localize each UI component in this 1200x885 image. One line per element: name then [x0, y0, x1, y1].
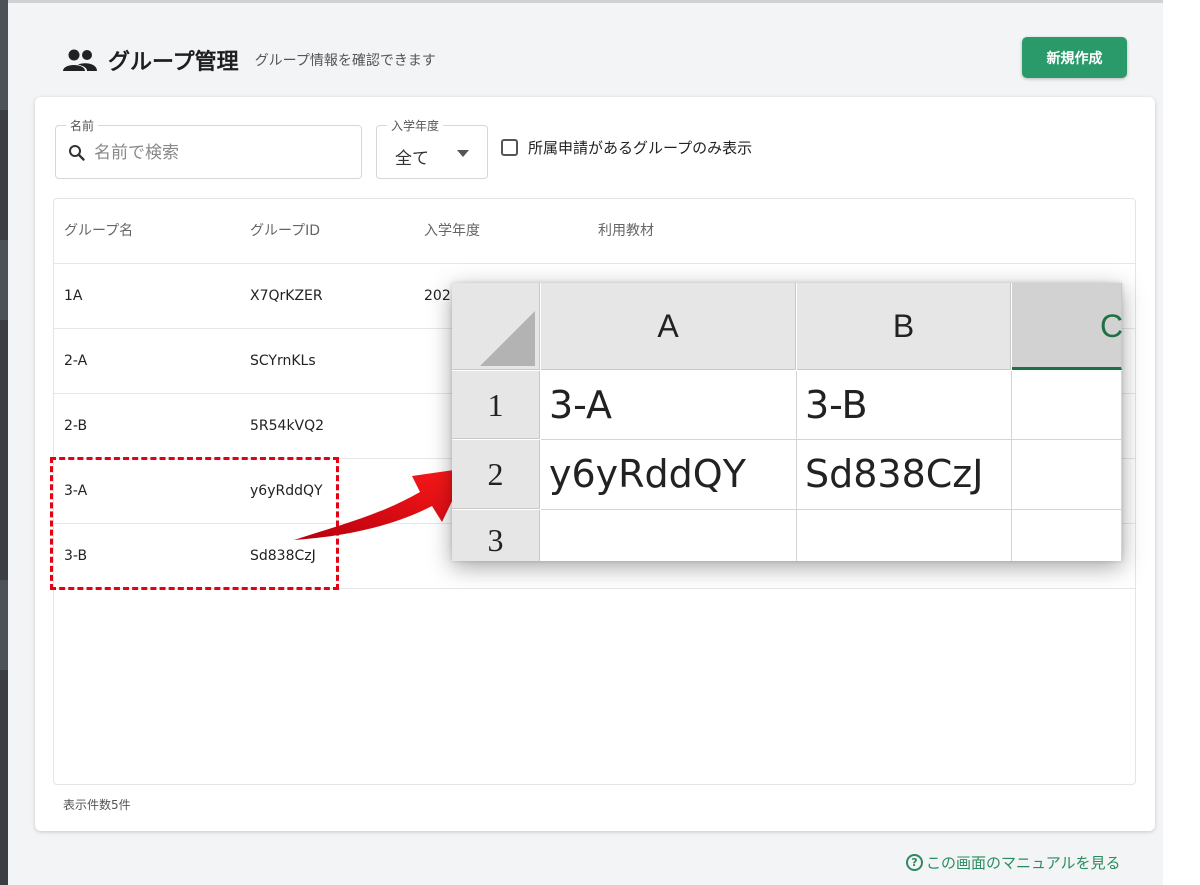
cell-c2[interactable]	[1012, 440, 1122, 510]
pending-requests-filter[interactable]: 所属申請があるグループのみ表示	[501, 137, 752, 158]
enrollment-year-cell: 202	[424, 288, 451, 304]
cell-a3[interactable]	[541, 510, 797, 561]
column-header-a[interactable]: A	[541, 283, 796, 370]
cell-c1[interactable]	[1012, 371, 1122, 440]
enrollment-year-label: 入学年度	[387, 117, 444, 134]
new-group-button[interactable]: 新規作成	[1022, 37, 1127, 78]
search-icon	[68, 144, 86, 162]
chevron-down-icon	[457, 150, 469, 157]
row-header-2[interactable]: 2	[452, 440, 540, 509]
row-header-1[interactable]: 1	[452, 371, 540, 439]
group-name-cell: 2-B	[64, 418, 88, 434]
group-icon	[62, 48, 98, 72]
help-icon: ?	[906, 854, 923, 871]
select-all-corner[interactable]	[452, 283, 540, 370]
column-header-b[interactable]: B	[797, 283, 1011, 370]
page-title: グループ管理	[108, 50, 239, 75]
cell-c3[interactable]	[1012, 510, 1122, 561]
column-header-materials[interactable]: 利用教材	[598, 199, 654, 264]
column-header-c[interactable]: C	[1012, 283, 1122, 370]
name-search-field[interactable]: 名前	[55, 117, 362, 179]
manual-link-label: この画面のマニュアルを見る	[926, 854, 1121, 872]
spreadsheet-snippet: A B C 1 2 3 3-A 3-B y6yRddQY Sd838CzJ	[452, 283, 1122, 561]
arrow-annotation	[294, 468, 468, 540]
column-header-enrollment-year[interactable]: 入学年度	[424, 199, 480, 264]
search-input[interactable]	[94, 138, 349, 168]
cell-b3[interactable]	[797, 510, 1012, 561]
table-header: グループ名 グループID 入学年度 利用教材	[54, 199, 1135, 264]
enrollment-year-select[interactable]: 入学年度 全て	[376, 117, 488, 179]
enrollment-year-value: 全て	[395, 149, 429, 169]
pending-requests-label: 所属申請があるグループのみ表示	[528, 139, 753, 157]
cell-a1[interactable]: 3-A	[541, 371, 797, 440]
group-id-cell: SCYrnKLs	[250, 353, 316, 369]
cell-b2[interactable]: Sd838CzJ	[797, 440, 1012, 510]
column-header-group-id[interactable]: グループID	[250, 199, 320, 264]
left-window-edge	[0, 0, 8, 885]
column-header-group-name[interactable]: グループ名	[64, 199, 133, 264]
pending-requests-checkbox[interactable]	[501, 139, 518, 156]
group-name-cell: 2-A	[64, 353, 88, 369]
page-subtitle: グループ情報を確認できます	[254, 53, 436, 69]
name-search-label: 名前	[66, 117, 99, 134]
cell-a2[interactable]: y6yRddQY	[541, 440, 797, 510]
row-count: 表示件数5件	[63, 798, 131, 812]
group-name-cell: 1A	[64, 288, 83, 304]
row-header-3[interactable]: 3	[452, 510, 540, 561]
manual-link[interactable]: ? この画面のマニュアルを見る	[906, 852, 1121, 873]
cell-b1[interactable]: 3-B	[797, 371, 1012, 440]
group-id-cell: X7QrKZER	[250, 288, 323, 304]
page-header: グループ管理 グループ情報を確認できます	[62, 40, 436, 80]
select-all-triangle-icon	[480, 311, 535, 366]
